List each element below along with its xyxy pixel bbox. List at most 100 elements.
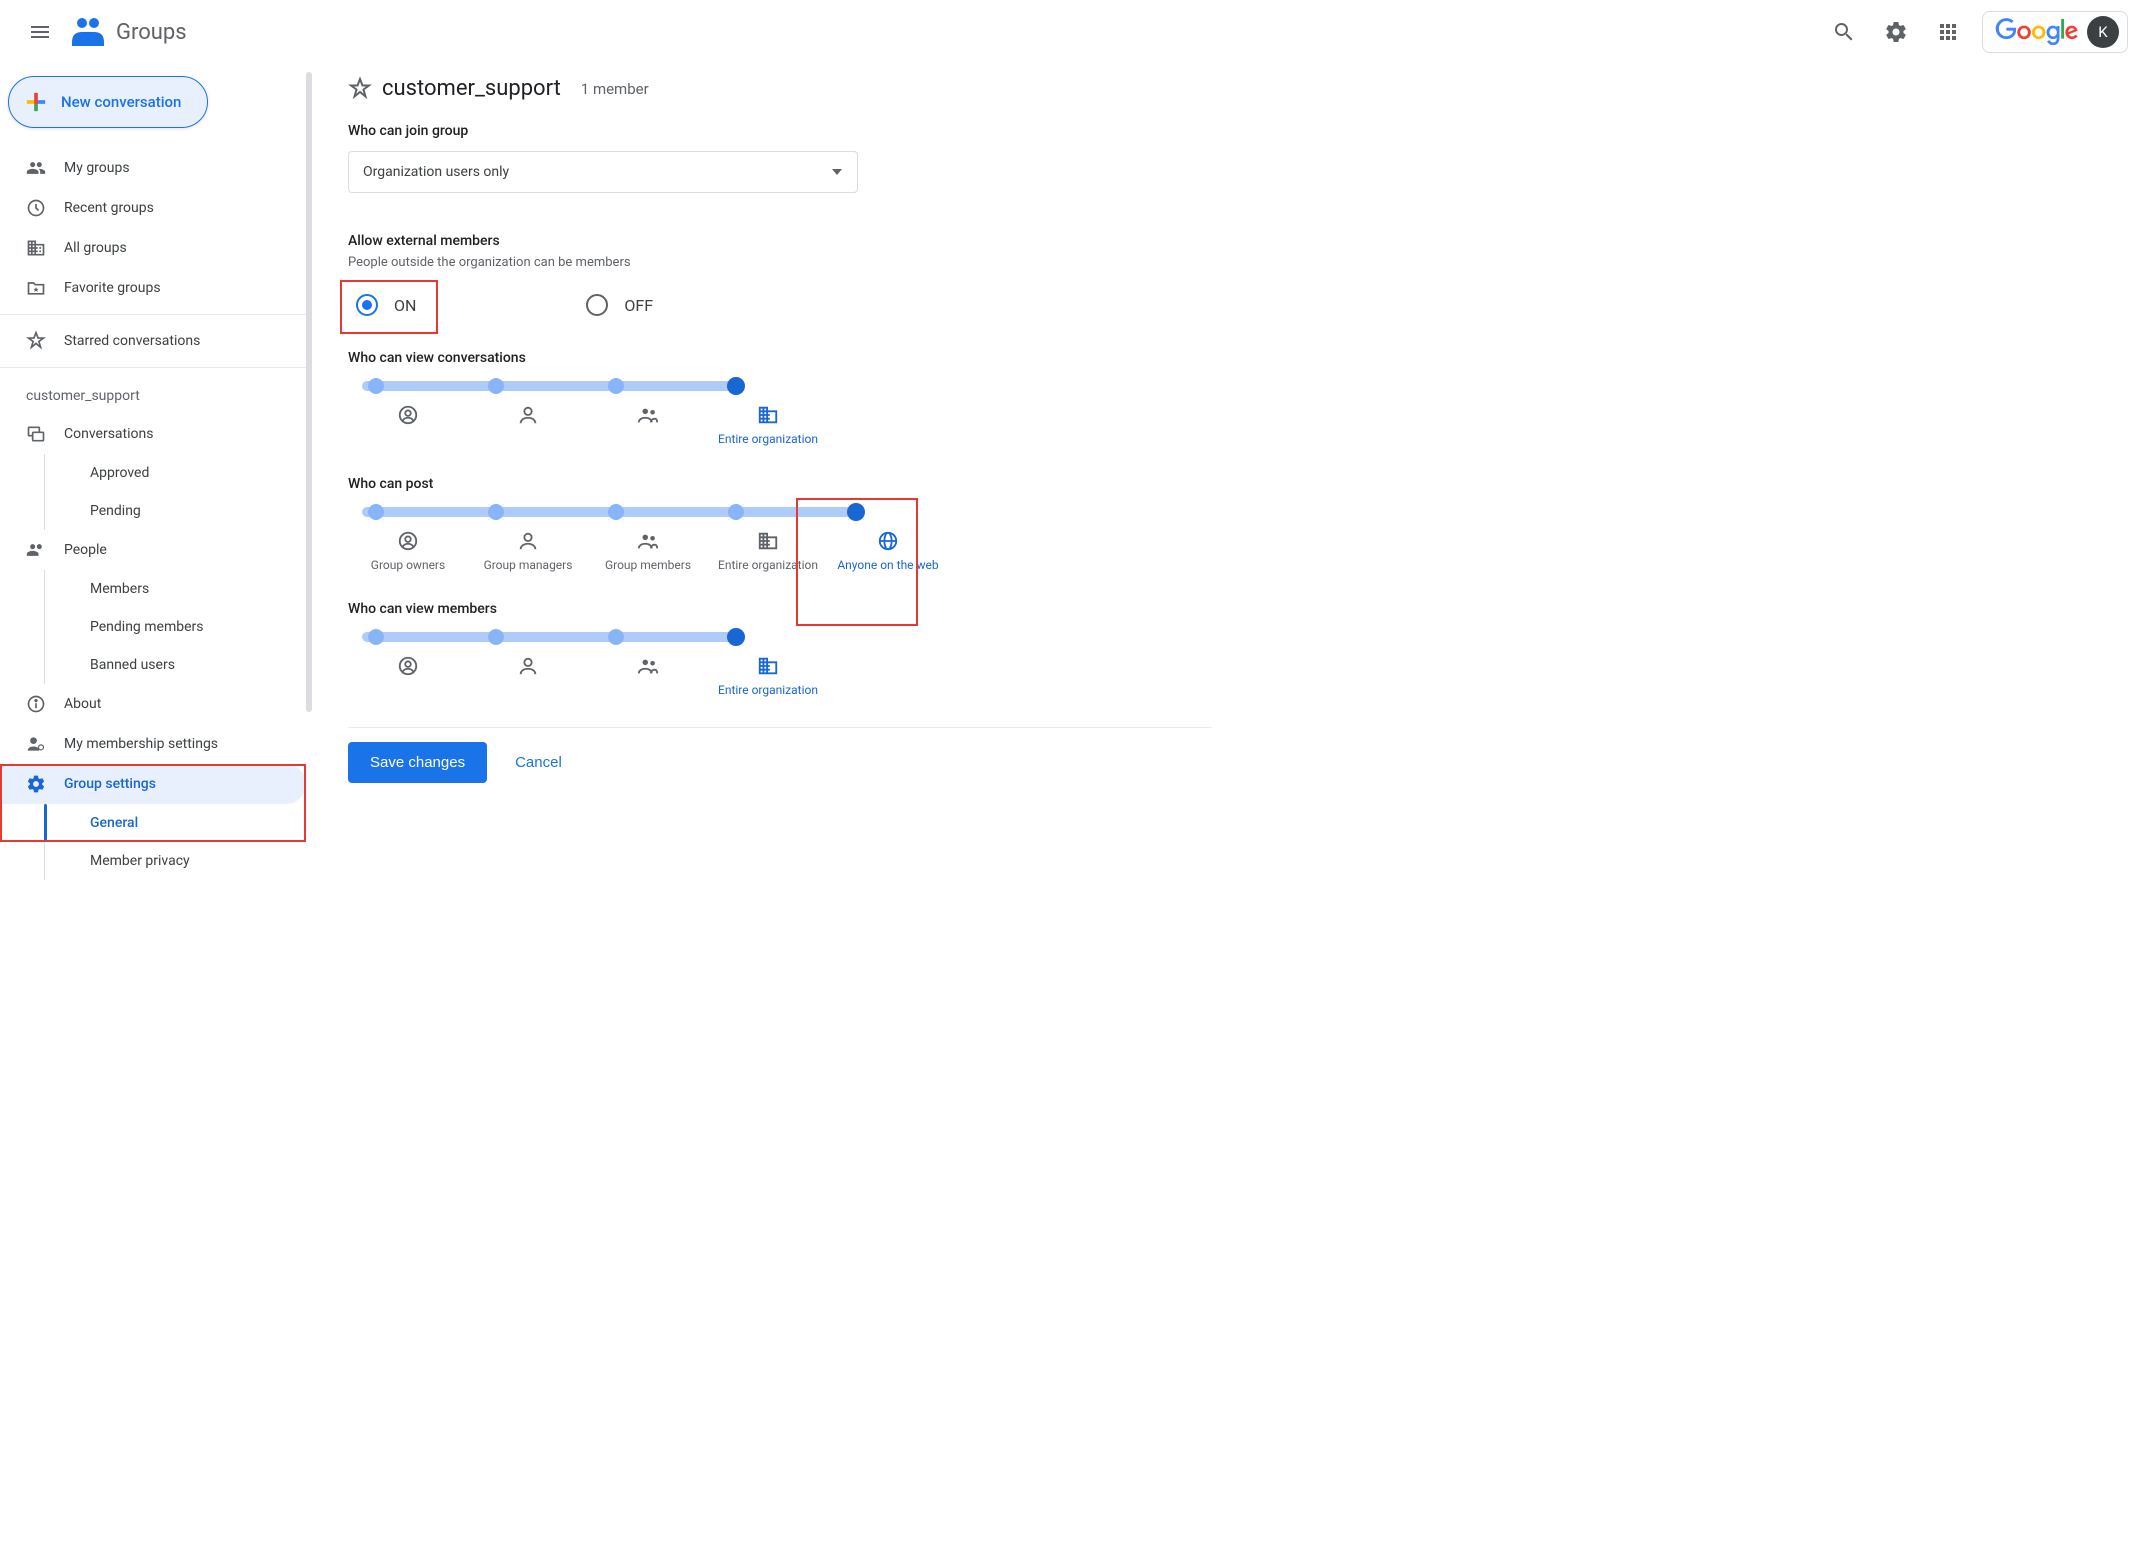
nav-people[interactable]: People (0, 530, 306, 570)
org-icon (757, 655, 779, 677)
nav-about-label: About (64, 696, 101, 712)
members-icon (637, 655, 659, 677)
nav-people-label: People (64, 542, 107, 558)
opt-managers-vm[interactable] (468, 651, 588, 699)
who-can-join-label: Who can join group (348, 123, 1212, 139)
view-conv-label: Who can view conversations (348, 350, 1212, 366)
nav-pending[interactable]: Pending (0, 492, 306, 530)
manager-icon (517, 404, 539, 426)
who-can-join-value: Organization users only (363, 164, 509, 180)
globe-icon (877, 530, 899, 552)
search-icon (1832, 20, 1856, 44)
save-button[interactable]: Save changes (348, 742, 487, 783)
nav-recent-groups-label: Recent groups (64, 200, 154, 216)
owner-icon (397, 530, 419, 552)
cancel-button[interactable]: Cancel (515, 754, 562, 771)
opt-managers-post[interactable]: Group managers (468, 526, 588, 574)
org-icon (757, 530, 779, 552)
manager-icon (517, 655, 539, 677)
member-count: 1 member (581, 80, 649, 98)
nav-favorite-groups-label: Favorite groups (64, 280, 161, 296)
clock-icon (26, 198, 46, 218)
opt-org[interactable]: Entire organization (708, 400, 828, 448)
main-menu-button[interactable] (16, 8, 64, 56)
nav-group-settings[interactable]: Group settings (0, 764, 306, 804)
opt-owners-post[interactable]: Group owners (348, 526, 468, 574)
opt-owners[interactable] (348, 400, 468, 448)
org-icon (757, 404, 779, 426)
nav-my-membership[interactable]: My membership settings (0, 724, 306, 764)
nav-group-settings-label: Group settings (64, 776, 156, 792)
building-icon (26, 238, 46, 258)
who-can-join-select[interactable]: Organization users only (348, 151, 858, 193)
opt-members[interactable] (588, 400, 708, 448)
main-content: customer_support 1 member Who can join g… (316, 64, 1236, 880)
members-icon (637, 530, 659, 552)
opt-org-vm[interactable]: Entire organization (708, 651, 828, 699)
nav-members[interactable]: Members (0, 570, 306, 608)
nav-favorite-groups[interactable]: Favorite groups (0, 268, 306, 308)
post-label: Who can post (348, 476, 1212, 492)
nav-all-groups[interactable]: All groups (0, 228, 306, 268)
opt-members-post[interactable]: Group members (588, 526, 708, 574)
nav-starred-label: Starred conversations (64, 333, 200, 349)
app-logo[interactable]: Groups (68, 12, 187, 52)
nav-member-privacy[interactable]: Member privacy (0, 842, 306, 880)
star-outline-icon[interactable] (348, 77, 372, 101)
apps-icon (1936, 20, 1960, 44)
apps-button[interactable] (1924, 8, 1972, 56)
settings-button[interactable] (1872, 8, 1920, 56)
menu-icon (28, 20, 52, 44)
chat-icon (26, 424, 46, 444)
nav-pending-members[interactable]: Pending members (0, 608, 306, 646)
nav-my-groups[interactable]: My groups (0, 148, 306, 188)
nav-banned-users[interactable]: Banned users (0, 646, 306, 684)
opt-managers[interactable] (468, 400, 588, 448)
sidebar: New conversation My groups Recent groups… (0, 64, 306, 880)
person-gear-icon (26, 734, 46, 754)
on-label: ON (394, 296, 416, 315)
gear-icon (26, 774, 46, 794)
groups-logo-icon (68, 12, 108, 52)
view-conv-slider[interactable]: Entire organization (348, 378, 1212, 448)
page-title: customer_support (382, 76, 561, 101)
people-icon (26, 540, 46, 560)
members-icon (637, 404, 659, 426)
sidebar-scrollbar[interactable] (306, 72, 312, 712)
external-off-radio[interactable]: OFF (586, 294, 653, 316)
external-on-radio[interactable]: ON (356, 294, 416, 316)
search-button[interactable] (1820, 8, 1868, 56)
opt-org-post[interactable]: Entire organization (708, 526, 828, 574)
opt-owners-vm[interactable] (348, 651, 468, 699)
nav-my-groups-label: My groups (64, 160, 130, 176)
owner-icon (397, 404, 419, 426)
folder-star-icon (26, 278, 46, 298)
info-icon (26, 694, 46, 714)
post-slider[interactable]: Group owners Group managers Group member… (348, 504, 1212, 574)
app-header: Groups K (0, 0, 2144, 64)
view-members-label: Who can view members (348, 601, 1212, 617)
owner-icon (397, 655, 419, 677)
gear-icon (1884, 20, 1908, 44)
people-icon (26, 158, 46, 178)
new-conversation-button[interactable]: New conversation (8, 76, 208, 128)
view-members-slider[interactable]: Entire organization (348, 629, 1212, 699)
nav-recent-groups[interactable]: Recent groups (0, 188, 306, 228)
nav-approved[interactable]: Approved (0, 454, 306, 492)
nav-my-membership-label: My membership settings (64, 736, 218, 752)
opt-members-vm[interactable] (588, 651, 708, 699)
external-members-label: Allow external members (348, 233, 1212, 249)
opt-web-post[interactable]: Anyone on the web (828, 526, 948, 574)
manager-icon (517, 530, 539, 552)
google-label (1995, 18, 2079, 46)
external-members-sub: People outside the organization can be m… (348, 255, 1212, 270)
new-conversation-label: New conversation (61, 93, 181, 111)
nav-general[interactable]: General (0, 804, 306, 842)
nav-conversations[interactable]: Conversations (0, 414, 306, 454)
avatar: K (2087, 16, 2119, 48)
account-chip[interactable]: K (1982, 11, 2128, 53)
nav-about[interactable]: About (0, 684, 306, 724)
star-icon (26, 331, 46, 351)
off-label: OFF (624, 296, 653, 315)
nav-starred-conversations[interactable]: Starred conversations (0, 321, 306, 361)
